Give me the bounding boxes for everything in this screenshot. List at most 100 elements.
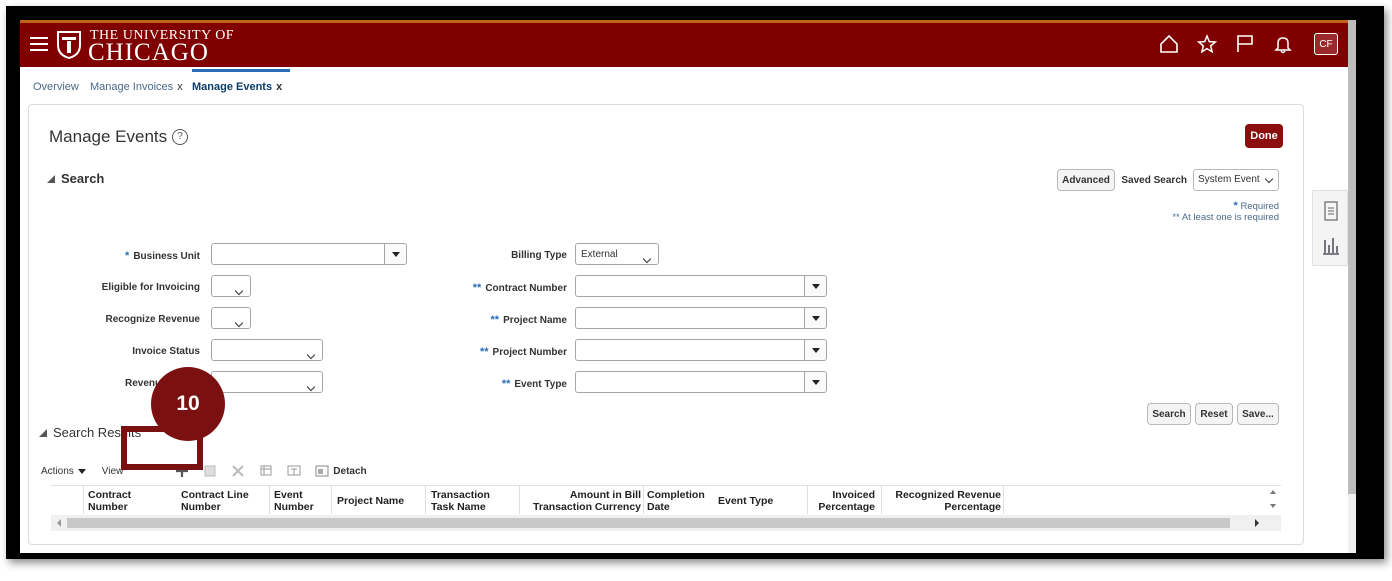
tab-label: Manage Invoices	[90, 81, 174, 93]
col-project-name[interactable]: Project Name	[337, 495, 417, 507]
scroll-thumb[interactable]	[67, 518, 1230, 528]
invoice-status-select[interactable]	[211, 339, 323, 361]
scroll-right-icon[interactable]	[1253, 519, 1261, 527]
col-transaction-task-name[interactable]: Transaction Task Name	[431, 489, 511, 513]
tab-label: Manage Events	[192, 81, 273, 93]
col-amount-bill-currency[interactable]: Amount in Bill Transaction Currency	[523, 489, 641, 513]
project-number-field[interactable]	[575, 339, 827, 361]
event-type-field[interactable]	[575, 371, 827, 393]
home-icon[interactable]	[1158, 33, 1180, 55]
horizontal-scrollbar[interactable]	[51, 515, 1281, 531]
invoice-status-label: Invoice Status	[132, 346, 200, 357]
top-navigation-bar: THE UNIVERSITY OF CHICAGO CF	[20, 20, 1356, 67]
dropdown-icon[interactable]	[804, 340, 826, 360]
scroll-left-icon[interactable]	[55, 519, 63, 527]
active-tab-indicator	[192, 69, 290, 72]
saved-search-select[interactable]: System Event	[1193, 169, 1279, 191]
app-window: THE UNIVERSITY OF CHICAGO CF Overview Ma…	[20, 20, 1356, 553]
advanced-button[interactable]: Advanced	[1057, 169, 1115, 191]
wrap-icon[interactable]	[287, 464, 301, 478]
page-title: Manage Events	[49, 127, 168, 146]
page-scroll-thumb[interactable]	[1348, 20, 1356, 494]
label-text: Contract Number	[485, 283, 567, 294]
eligible-invoicing-label: Eligible for Invoicing	[101, 282, 200, 293]
brand-line2: CHICAGO	[88, 39, 209, 66]
detach-label[interactable]: Detach	[333, 466, 366, 477]
menu-icon[interactable]	[30, 37, 48, 51]
col-completion-date[interactable]: Completion Date	[647, 489, 713, 513]
search-section-header[interactable]: Search	[47, 171, 104, 186]
atleast-note: ** At least one is required	[1172, 212, 1279, 223]
edit-icon[interactable]	[203, 464, 217, 478]
tab-overview[interactable]: Overview	[33, 81, 79, 93]
required-marker: **	[490, 314, 500, 326]
close-icon[interactable]: x	[276, 81, 282, 93]
dropdown-icon[interactable]	[804, 372, 826, 392]
chevron-down-icon	[234, 313, 244, 331]
contract-number-field[interactable]	[575, 275, 827, 297]
tab-manage-invoices[interactable]: Manage Invoices x	[90, 81, 183, 93]
business-unit-field[interactable]	[211, 243, 407, 265]
step-callout-badge: 10	[151, 367, 225, 441]
actions-menu[interactable]: Actions	[41, 466, 86, 477]
user-avatar[interactable]: CF	[1314, 33, 1338, 55]
dropdown-icon[interactable]	[804, 276, 826, 296]
reset-button[interactable]: Reset	[1195, 403, 1233, 425]
required-note: * Required	[1234, 200, 1279, 212]
flag-icon[interactable]	[1234, 33, 1256, 55]
star-icon[interactable]	[1196, 33, 1218, 55]
top-icon-group: CF	[1142, 33, 1338, 55]
col-event-type[interactable]: Event Type	[718, 495, 798, 507]
contract-number-label: ** Contract Number	[473, 282, 567, 294]
document-icon[interactable]	[1323, 201, 1339, 221]
page-scrollbar[interactable]	[1348, 20, 1356, 553]
save-button[interactable]: Save...	[1237, 403, 1279, 425]
chevron-down-icon	[306, 377, 316, 395]
chevron-down-icon	[642, 249, 652, 267]
revenue-status-select[interactable]	[211, 371, 323, 393]
required-marker: **	[472, 282, 482, 294]
main-panel: Manage Events ? Done Search Advanced Sav…	[28, 104, 1304, 545]
label-text: Project Number	[492, 347, 567, 358]
freeze-icon[interactable]	[259, 464, 273, 478]
label-text: Business Unit	[133, 251, 200, 262]
eligible-invoicing-select[interactable]	[211, 275, 251, 297]
delete-icon[interactable]	[231, 464, 245, 478]
dropdown-icon[interactable]	[384, 244, 406, 264]
field-value: External	[581, 249, 618, 260]
collapse-icon	[39, 428, 47, 437]
chevron-down-icon	[234, 281, 244, 299]
required-note-text: Required	[1240, 201, 1279, 212]
required-star: *	[1233, 200, 1238, 212]
project-name-field[interactable]	[575, 307, 827, 329]
close-icon[interactable]: x	[177, 81, 183, 93]
detach-icon[interactable]	[315, 464, 329, 478]
col-contract-number[interactable]: Contract Number	[88, 489, 153, 513]
col-event-number[interactable]: Event Number	[274, 489, 324, 513]
saved-search-label: Saved Search	[1121, 175, 1187, 186]
required-marker: **	[479, 346, 489, 358]
recognize-revenue-select[interactable]	[211, 307, 251, 329]
project-name-label: ** Project Name	[491, 314, 567, 326]
billing-type-select[interactable]: External	[575, 243, 659, 265]
col-contract-line-number[interactable]: Contract Line Number	[181, 489, 261, 513]
tab-label: Overview	[33, 81, 79, 93]
tab-manage-events[interactable]: Manage Events x	[192, 81, 282, 93]
col-invoiced-percentage[interactable]: Invoiced Percentage	[809, 489, 875, 513]
search-button[interactable]: Search	[1147, 403, 1191, 425]
triangle-down-icon	[77, 468, 86, 474]
help-icon[interactable]: ?	[172, 129, 188, 145]
project-number-label: ** Project Number	[480, 346, 567, 358]
results-table-header: Contract Number Contract Line Number Eve…	[51, 485, 1281, 515]
chevron-down-icon	[1264, 174, 1274, 184]
bar-chart-icon[interactable]	[1322, 236, 1340, 256]
bell-icon[interactable]	[1272, 33, 1294, 55]
vertical-scroll-arrows-icon[interactable]	[1269, 488, 1277, 510]
billing-type-label: Billing Type	[511, 250, 567, 261]
done-button[interactable]: Done	[1245, 124, 1283, 148]
tab-strip: Overview Manage Invoices x Manage Events x	[20, 67, 1356, 105]
required-marker: *	[125, 250, 130, 262]
dropdown-icon[interactable]	[804, 308, 826, 328]
label-text: Event Type	[514, 379, 567, 390]
col-recognized-revenue-percentage[interactable]: Recognized Revenue Percentage	[883, 489, 1001, 513]
